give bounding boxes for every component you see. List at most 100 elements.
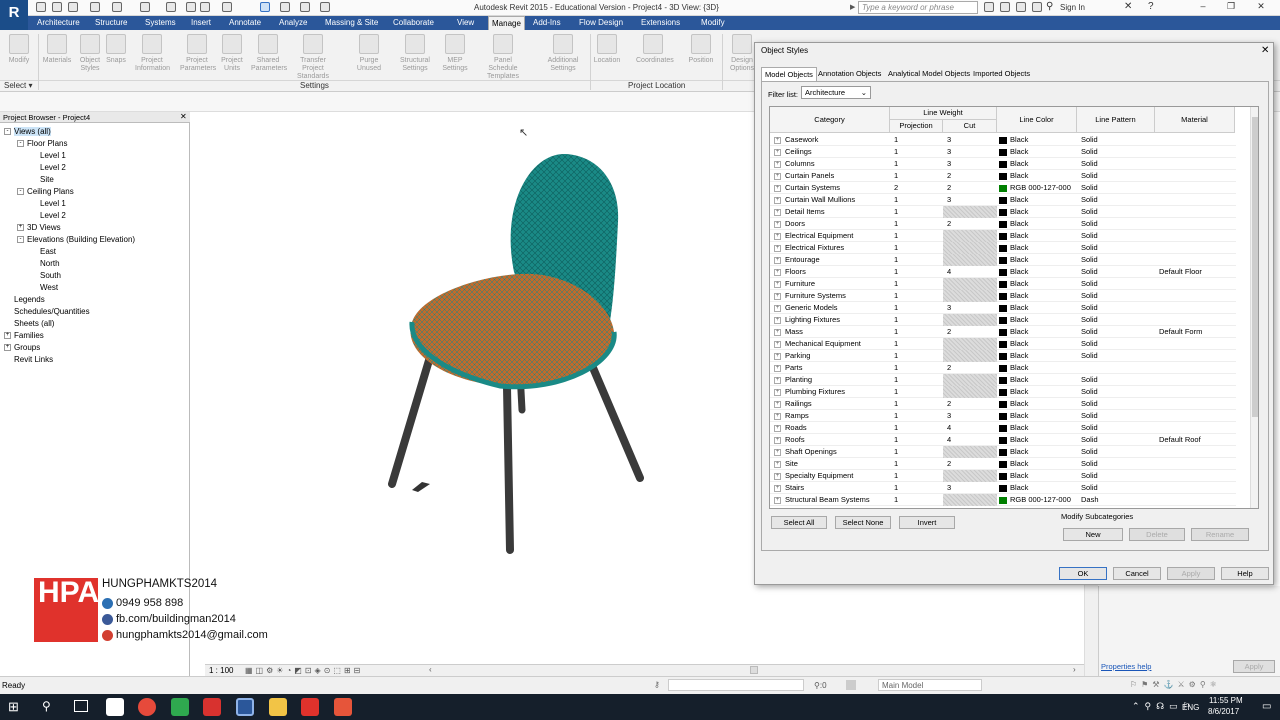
- category-cell[interactable]: + Parts: [770, 362, 890, 374]
- line-color-cell[interactable]: Black: [999, 314, 1077, 326]
- line-pattern-cell[interactable]: Solid: [1081, 254, 1155, 266]
- cut-cell[interactable]: [943, 254, 997, 266]
- mail-icon[interactable]: [106, 698, 124, 716]
- table-row[interactable]: + Floors 1 4 Black Solid Default Floor: [770, 266, 1236, 278]
- tool-purge-unused[interactable]: Purge Unused: [352, 34, 386, 73]
- line-pattern-cell[interactable]: Solid: [1081, 398, 1155, 410]
- category-cell[interactable]: + Lighting Fixtures: [770, 314, 890, 326]
- line-color-cell[interactable]: Black: [999, 242, 1077, 254]
- line-pattern-cell[interactable]: Solid: [1081, 434, 1155, 446]
- cut-cell[interactable]: 2: [943, 170, 997, 182]
- line-color-cell[interactable]: Black: [999, 386, 1077, 398]
- category-cell[interactable]: + Parking: [770, 350, 890, 362]
- table-row[interactable]: + Furniture Systems 1 Black Solid: [770, 290, 1236, 302]
- material-cell[interactable]: [1159, 314, 1235, 326]
- expand-icon[interactable]: +: [774, 436, 781, 444]
- table-row[interactable]: + Furniture 1 Black Solid: [770, 278, 1236, 290]
- projection-cell[interactable]: 1: [894, 278, 943, 290]
- cut-cell[interactable]: [943, 386, 997, 398]
- horizontal-scroll-thumb[interactable]: [750, 666, 758, 674]
- favorites-icon[interactable]: [1032, 2, 1042, 12]
- cut-cell[interactable]: [943, 338, 997, 350]
- collapse-icon[interactable]: -: [4, 128, 11, 136]
- windows-start-icon[interactable]: ⊞: [8, 699, 19, 715]
- projection-cell[interactable]: 1: [894, 494, 943, 506]
- tool-snaps[interactable]: Snaps: [99, 34, 133, 65]
- browser-item[interactable]: - Views (all): [4, 126, 51, 138]
- autocad-icon[interactable]: [203, 698, 221, 716]
- projection-cell[interactable]: 1: [894, 398, 943, 410]
- material-cell[interactable]: [1159, 398, 1235, 410]
- category-cell[interactable]: + Mechanical Equipment: [770, 338, 890, 350]
- maximize-button[interactable]: ❐: [1224, 1, 1238, 14]
- line-color-cell[interactable]: Black: [999, 302, 1077, 314]
- tab-systems[interactable]: Systems: [142, 16, 179, 30]
- line-pattern-cell[interactable]: Solid: [1081, 326, 1155, 338]
- line-pattern-cell[interactable]: Solid: [1081, 410, 1155, 422]
- subscription-icon[interactable]: [1000, 2, 1010, 12]
- tab-structure[interactable]: Structure: [92, 16, 130, 30]
- cut-cell[interactable]: [943, 374, 997, 386]
- line-pattern-cell[interactable]: Dash: [1081, 494, 1155, 506]
- cut-cell[interactable]: 3: [943, 410, 997, 422]
- category-cell[interactable]: + Detail Items: [770, 206, 890, 218]
- editable-only-icon[interactable]: [846, 680, 856, 690]
- rename-subcategory-button[interactable]: Rename: [1191, 528, 1249, 541]
- projection-cell[interactable]: 1: [894, 302, 943, 314]
- workset-icon[interactable]: ⚷: [654, 680, 660, 689]
- expand-icon[interactable]: +: [774, 292, 781, 300]
- table-row[interactable]: + Detail Items 1 Black Solid: [770, 206, 1236, 218]
- open-icon[interactable]: [36, 2, 46, 12]
- projection-cell[interactable]: 1: [894, 230, 943, 242]
- measure-icon[interactable]: [140, 2, 150, 12]
- selection-toggle-icons[interactable]: ⚐⚑⚒⚓⚔⚙⚲⚛: [1130, 680, 1221, 689]
- line-color-cell[interactable]: Black: [999, 134, 1077, 146]
- material-cell[interactable]: [1159, 482, 1235, 494]
- expand-icon[interactable]: +: [774, 364, 781, 372]
- category-cell[interactable]: + Mass: [770, 326, 890, 338]
- tool-project-information[interactable]: Project Information: [135, 34, 170, 73]
- design-option-dropdown[interactable]: Main Model: [878, 679, 982, 691]
- cut-cell[interactable]: 3: [943, 146, 997, 158]
- material-cell[interactable]: [1159, 170, 1235, 182]
- browser-item[interactable]: Site: [30, 174, 54, 186]
- category-cell[interactable]: + Structural Beam Systems: [770, 494, 890, 506]
- category-cell[interactable]: + Furniture: [770, 278, 890, 290]
- table-row[interactable]: + Parts 1 2 Black: [770, 362, 1236, 374]
- cut-cell[interactable]: [943, 206, 997, 218]
- line-color-cell[interactable]: Black: [999, 170, 1077, 182]
- projection-cell[interactable]: 1: [894, 206, 943, 218]
- line-color-cell[interactable]: Black: [999, 362, 1077, 374]
- category-cell[interactable]: + Doors: [770, 218, 890, 230]
- material-cell[interactable]: [1159, 494, 1235, 506]
- table-row[interactable]: + Railings 1 2 Black Solid: [770, 398, 1236, 410]
- apply-button[interactable]: Apply: [1167, 567, 1215, 580]
- table-row[interactable]: + Planting 1 Black Solid: [770, 374, 1236, 386]
- expand-icon[interactable]: +: [774, 328, 781, 336]
- category-cell[interactable]: + Site: [770, 458, 890, 470]
- line-color-cell[interactable]: Black: [999, 266, 1077, 278]
- thin-lines-icon[interactable]: [260, 2, 270, 12]
- tab-extensions[interactable]: Extensions: [638, 16, 683, 30]
- filter-list-select[interactable]: Architecture ⌄: [801, 86, 871, 99]
- category-cell[interactable]: + Furniture Systems: [770, 290, 890, 302]
- category-cell[interactable]: + Stairs: [770, 482, 890, 494]
- projection-cell[interactable]: 1: [894, 434, 943, 446]
- category-cell[interactable]: + Specialty Equipment: [770, 470, 890, 482]
- cut-cell[interactable]: 3: [943, 194, 997, 206]
- task-view-icon[interactable]: [74, 700, 88, 712]
- expand-search-icon[interactable]: ▶: [850, 3, 855, 11]
- line-color-cell[interactable]: Black: [999, 398, 1077, 410]
- tab-flow-design[interactable]: Flow Design: [576, 16, 626, 30]
- col-cut[interactable]: Cut: [943, 120, 997, 133]
- table-row[interactable]: + Roofs 1 4 Black Solid Default Roof: [770, 434, 1236, 446]
- projection-cell[interactable]: 1: [894, 326, 943, 338]
- tab-analyze[interactable]: Analyze: [276, 16, 310, 30]
- browser-item[interactable]: - Ceiling Plans: [17, 186, 74, 198]
- line-pattern-cell[interactable]: Solid: [1081, 134, 1155, 146]
- cut-cell[interactable]: 2: [943, 218, 997, 230]
- table-row[interactable]: + Structural Beam Systems 1 RGB 000-127-000…: [770, 494, 1236, 506]
- category-cell[interactable]: + Columns: [770, 158, 890, 170]
- expand-icon[interactable]: +: [774, 472, 781, 480]
- select-all-button[interactable]: Select All: [771, 516, 827, 529]
